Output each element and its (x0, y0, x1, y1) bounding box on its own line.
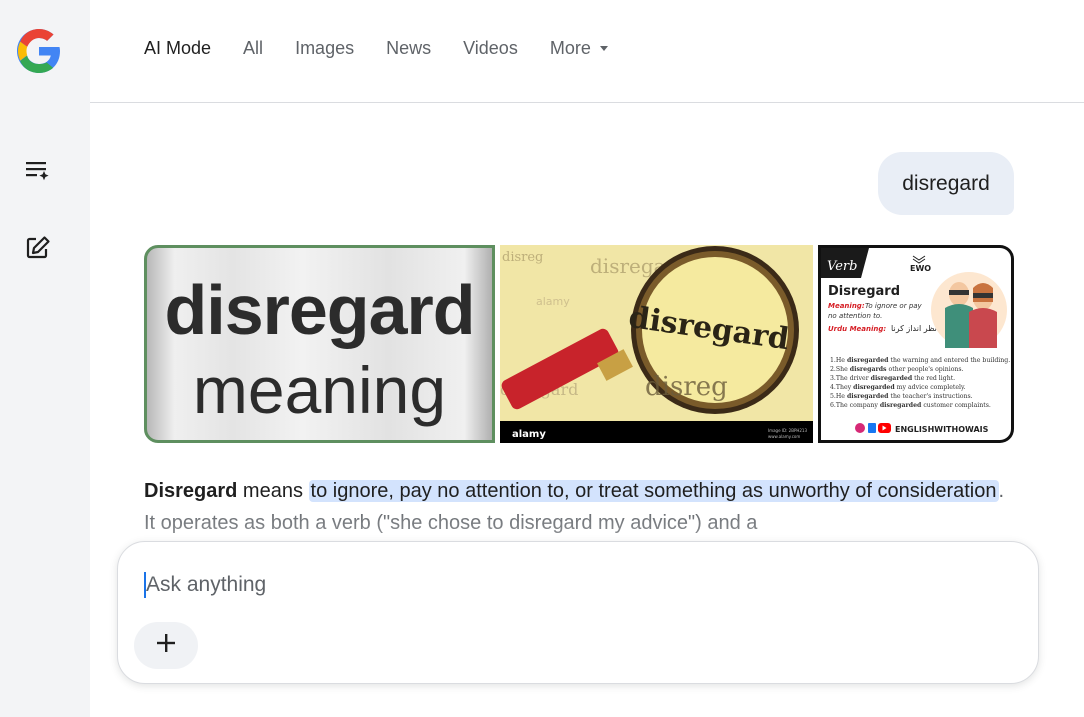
verb-label: Verb (827, 259, 857, 274)
instagram-icon (855, 423, 865, 433)
example-4: 4.They disregarded my advice completely. (830, 384, 966, 391)
tab-label: All (243, 38, 264, 58)
ask-box (117, 541, 1039, 684)
tab-more[interactable]: More (550, 38, 608, 59)
ewo-brand: EWO (910, 264, 931, 273)
search-tabs: AI Mode All Images News Videos More (144, 38, 640, 59)
top-bar: AI Mode All Images News Videos More (90, 0, 1084, 103)
example-6: 6.The company disregarded customer compl… (830, 402, 991, 409)
tab-ai-mode[interactable]: AI Mode (144, 38, 211, 59)
image-text-line2: meaning (192, 353, 447, 427)
tab-all[interactable]: All (243, 38, 263, 59)
tab-news[interactable]: News (386, 38, 431, 59)
tab-label: Videos (463, 38, 518, 58)
example-2: 2.She disregards other people's opinions… (830, 366, 964, 373)
alamy-site: www.alamy.com (768, 434, 800, 439)
new-chat-button[interactable] (20, 232, 56, 268)
google-g-icon[interactable] (15, 27, 63, 75)
tab-label: News (386, 38, 432, 58)
new-chat-icon (24, 234, 52, 267)
magnifier-illustration: disreg disregard disreg alamy alamy disr… (500, 245, 813, 443)
text-cursor (144, 572, 146, 598)
add-button[interactable] (134, 622, 198, 669)
plus-icon (155, 632, 177, 659)
meaning-label: Meaning: (828, 302, 865, 310)
image-ewo-card[interactable]: Verb EWO Disregard Meaning: To ignore or… (818, 245, 1014, 443)
tab-videos[interactable]: Videos (463, 38, 518, 59)
facebook-icon (868, 423, 876, 433)
watermark: alamy (536, 295, 570, 308)
answer-highlight[interactable]: to ignore, pay no attention to, or treat… (308, 480, 999, 502)
example-5: 5.He disregarded the teacher's instructi… (830, 393, 973, 400)
tab-label: More (549, 38, 591, 58)
image-text-line1: disregard (164, 271, 476, 349)
tab-images[interactable]: Images (295, 38, 354, 59)
user-query-text: disregard (902, 171, 990, 195)
history-button[interactable] (20, 154, 56, 190)
history-icon (24, 156, 52, 189)
answer-term: Disregard (144, 480, 238, 502)
ewo-title: Disregard (828, 284, 900, 299)
urdu-label: Urdu Meaning: (828, 325, 886, 333)
image-magnifying-glass[interactable]: disreg disregard disreg alamy alamy disr… (500, 245, 813, 443)
example-1: 1.He disregarded the warning and entered… (830, 357, 1010, 364)
image-disregard-meaning[interactable]: disregard meaning (144, 245, 495, 443)
caret-down-icon (599, 46, 608, 51)
alamy-logo: alamy (512, 429, 546, 440)
tab-label: AI Mode (144, 38, 212, 58)
meaning-text-2: no attention to. (828, 312, 882, 320)
bg-word: disreg (502, 250, 543, 265)
example-3: 3.The driver disregarded the red light. (830, 375, 955, 382)
ask-input[interactable] (144, 566, 1008, 604)
ewo-card: Verb EWO Disregard Meaning: To ignore or… (821, 248, 1011, 440)
ewo-card-illustration: Verb EWO Disregard Meaning: To ignore or… (821, 248, 1010, 434)
bg-word: disreg (645, 372, 728, 402)
ewo-handle: ENGLISHWITHOWAIS (895, 425, 989, 434)
alamy-id: Image ID: 2BPH213 (768, 428, 807, 433)
meaning-text-1: To ignore or pay (865, 302, 923, 310)
tab-label: Images (295, 38, 355, 58)
urdu-text: نظر انداز کرنا (891, 324, 937, 333)
sidebar (0, 0, 90, 717)
answer-means: means (237, 480, 309, 502)
user-query-bubble: disregard (878, 152, 1014, 215)
